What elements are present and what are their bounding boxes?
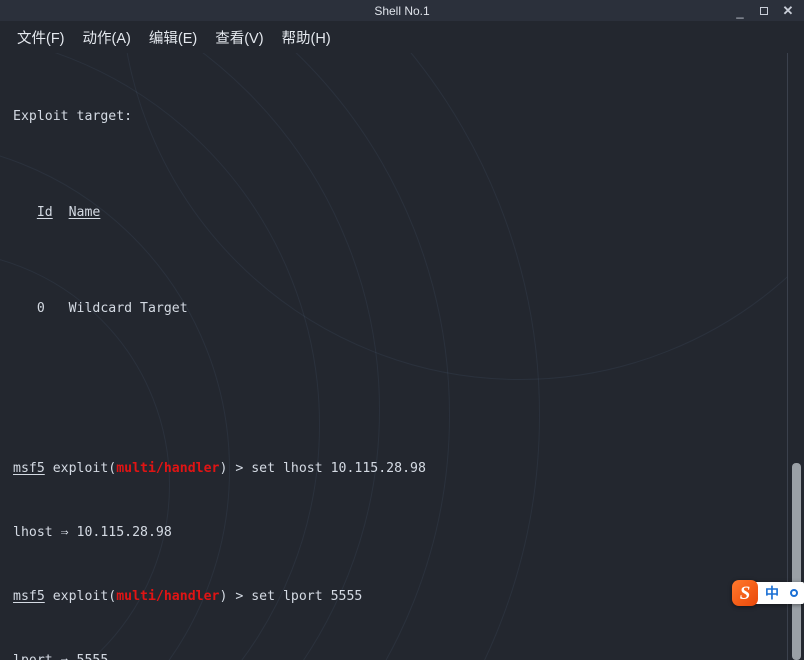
close-icon: ✕ (782, 3, 794, 18)
sogou-ime-widget[interactable]: S 中 (732, 580, 804, 606)
ime-statusbar: 中 (755, 582, 804, 604)
prompt-exploit-open: exploit( (44, 589, 117, 604)
ime-indicator-icon[interactable] (790, 589, 798, 597)
prompt-module: multi/handler (116, 589, 220, 604)
prompt-user: msf5 (13, 589, 45, 604)
prompt-exploit-open: exploit( (44, 461, 117, 476)
output-line: lhost ⇒ 10.115.28.98 (13, 525, 172, 540)
prompt-line: msf5 exploit(multi/handler) > set lhost … (13, 461, 804, 477)
minimize-icon: _ (736, 4, 744, 19)
table-row: 0 Wildcard Target (13, 301, 188, 316)
col-header-name: Name (68, 205, 101, 220)
window-title: Shell No.1 (374, 3, 430, 18)
menu-file[interactable]: 文件(F) (8, 25, 74, 50)
menu-actions[interactable]: 动作(A) (74, 25, 140, 50)
terminal-window: Shell No.1 _ ✕ 文件(F) 动作(A) 编辑(E) 查看(V) 帮… (0, 0, 804, 660)
prompt-user: msf5 (13, 461, 45, 476)
output-line: lport ⇒ 5555 (13, 653, 804, 660)
scrollbar-thumb[interactable] (792, 463, 801, 660)
command-text: ) > set lhost 10.115.28.98 (219, 461, 426, 476)
col-header-id: Id (36, 205, 53, 220)
ime-language-mode[interactable]: 中 (765, 586, 779, 600)
table-header-row: Id Name (13, 205, 804, 221)
window-controls: _ ✕ (728, 0, 800, 21)
maximize-icon (760, 6, 768, 15)
menubar: 文件(F) 动作(A) 编辑(E) 查看(V) 帮助(H) (0, 21, 804, 53)
vertical-scrollbar[interactable] (787, 53, 804, 660)
menu-edit[interactable]: 编辑(E) (140, 25, 206, 50)
sogou-logo-icon[interactable]: S (732, 580, 758, 606)
close-button[interactable]: ✕ (776, 0, 800, 21)
terminal-output[interactable]: Exploit target: Id Name -- ---- 0 Wildca… (0, 53, 804, 660)
command-text: ) > set lport 5555 (219, 589, 363, 604)
minimize-button[interactable]: _ (728, 0, 752, 21)
prompt-line: msf5 exploit(multi/handler) > set lport … (13, 589, 804, 605)
maximize-button[interactable] (752, 0, 776, 21)
output-line: Exploit target: (13, 109, 133, 124)
menu-view[interactable]: 查看(V) (206, 25, 272, 50)
menu-help[interactable]: 帮助(H) (273, 25, 340, 50)
prompt-module: multi/handler (116, 461, 220, 476)
table-separator-row: -- ---- (13, 253, 804, 269)
window-titlebar[interactable]: Shell No.1 _ ✕ (0, 0, 804, 21)
